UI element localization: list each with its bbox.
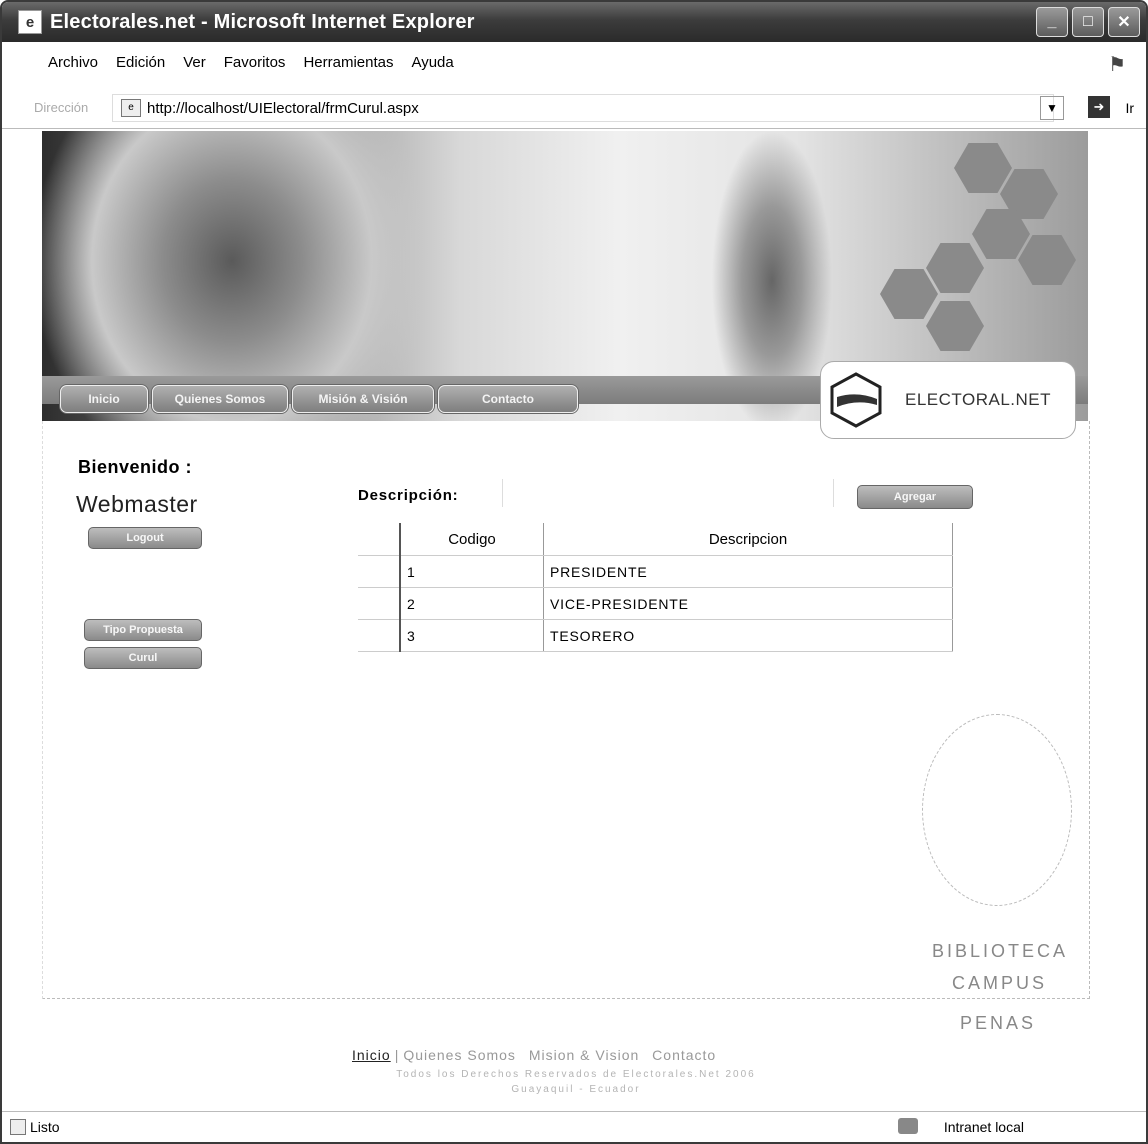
row-selector[interactable] xyxy=(358,555,401,588)
welcome-label: Bienvenido : xyxy=(78,457,193,477)
description-input[interactable] xyxy=(502,479,834,507)
nav-inicio[interactable]: Inicio xyxy=(60,385,148,413)
footer-link-contacto[interactable]: Contacto xyxy=(652,1047,716,1063)
row-selector[interactable] xyxy=(358,587,401,620)
hexagon-decoration xyxy=(1018,235,1076,285)
descripcion-cell: TESORERO xyxy=(543,619,953,652)
windows-logo-icon: ⚑ xyxy=(1108,54,1126,76)
codigo-column-header: Codigo xyxy=(400,523,544,556)
codigo-cell: 3 xyxy=(400,619,544,652)
table-row[interactable]: 2 VICE-PRESIDENTE xyxy=(358,587,953,620)
stamp-text-biblioteca: BIBLIOTECA xyxy=(932,941,1069,961)
menu-ayuda[interactable]: Ayuda xyxy=(411,54,453,71)
page-viewport: Inicio Quienes Somos Misión & Visión Con… xyxy=(2,129,1146,1112)
selector-column-header xyxy=(358,523,401,556)
menu-ver[interactable]: Ver xyxy=(183,54,206,71)
username: Webmaster xyxy=(76,491,198,517)
hexagon-decoration xyxy=(954,143,1012,193)
add-button[interactable]: Agregar xyxy=(857,485,973,509)
footer-link-inicio[interactable]: Inicio xyxy=(352,1047,391,1063)
security-zone: Intranet local xyxy=(943,1119,1024,1135)
menu-edicion[interactable]: Edición xyxy=(116,54,165,71)
go-button[interactable]: Ir xyxy=(1125,100,1134,116)
address-dropdown-icon[interactable]: ▼ xyxy=(1040,96,1064,120)
table-row[interactable]: 1 PRESIDENTE xyxy=(358,555,953,588)
address-url: http://localhost/UIElectoral/frmCurul.as… xyxy=(147,99,419,117)
title-bar: e Electorales.net - Microsoft Internet E… xyxy=(2,2,1146,42)
hexagon-decoration xyxy=(926,243,984,293)
footer-nav: Inicio | Quienes Somos Mision & Vision Con… xyxy=(352,1047,717,1063)
status-bar: Listo Intranet local xyxy=(2,1111,1146,1142)
descripcion-column-header: Descripcion xyxy=(543,523,953,556)
descripcion-cell: PRESIDENTE xyxy=(543,555,953,588)
minimize-button[interactable]: _ xyxy=(1036,7,1068,37)
footer-copyright: Todos los Derechos Reservados de Elector… xyxy=(396,1069,756,1080)
page-icon: e xyxy=(121,99,141,117)
curul-table: Codigo Descripcion 1 PRESIDENTE 2 VICE-P… xyxy=(358,523,953,652)
table-row[interactable]: 3 TESORERO xyxy=(358,619,953,652)
address-input[interactable]: e http://localhost/UIElectoral/frmCurul.… xyxy=(112,94,1054,122)
hexagon-decoration xyxy=(926,301,984,351)
menu-herramientas[interactable]: Herramientas xyxy=(303,54,393,71)
address-bar: Dirección e http://localhost/UIElectoral… xyxy=(2,88,1146,129)
library-stamp xyxy=(922,714,1072,906)
menu-favoritos[interactable]: Favoritos xyxy=(224,54,286,71)
window-title: Electorales.net - Microsoft Internet Exp… xyxy=(50,10,475,33)
curul-button[interactable]: Curul xyxy=(84,647,202,669)
close-button[interactable]: ✕ xyxy=(1108,7,1140,37)
menu-archivo[interactable]: Archivo xyxy=(48,54,98,71)
codigo-cell: 1 xyxy=(400,555,544,588)
status-text: Listo xyxy=(30,1119,60,1135)
hexagon-decoration xyxy=(880,269,938,319)
logo-text: ELECTORAL.NET xyxy=(905,390,1052,409)
ie-icon: e xyxy=(18,10,42,34)
tipo-propuesta-button[interactable]: Tipo Propuesta xyxy=(84,619,202,641)
stamp-text-campus: CAMPUS xyxy=(952,973,1048,993)
description-label: Descripción: xyxy=(358,487,459,504)
maximize-button[interactable]: □ xyxy=(1072,7,1104,37)
footer-link-quienes-somos[interactable]: Quienes Somos xyxy=(403,1047,516,1063)
logout-button[interactable]: Logout xyxy=(88,527,202,549)
browser-window: e Electorales.net - Microsoft Internet E… xyxy=(0,0,1148,1144)
nav-mision-vision[interactable]: Misión & Visión xyxy=(292,385,434,413)
stamp-text-penas: PENAS xyxy=(960,1013,1037,1033)
table-header-row: Codigo Descripcion xyxy=(358,523,953,556)
footer-city: Guayaquil - Ecuador xyxy=(511,1084,641,1095)
go-arrow-icon[interactable]: ➜ xyxy=(1088,96,1110,118)
nav-quienes-somos[interactable]: Quienes Somos xyxy=(152,385,288,413)
intranet-zone-icon xyxy=(898,1118,918,1134)
address-label: Dirección xyxy=(34,100,89,115)
page-status-icon xyxy=(10,1119,26,1135)
nav-contacto[interactable]: Contacto xyxy=(438,385,578,413)
row-selector[interactable] xyxy=(358,619,401,652)
codigo-cell: 2 xyxy=(400,587,544,620)
footer-link-mision-vision[interactable]: Mision & Vision xyxy=(529,1047,639,1063)
descripcion-cell: VICE-PRESIDENTE xyxy=(543,587,953,620)
menu-bar: Archivo Edición Ver Favoritos Herramient… xyxy=(2,42,1146,89)
